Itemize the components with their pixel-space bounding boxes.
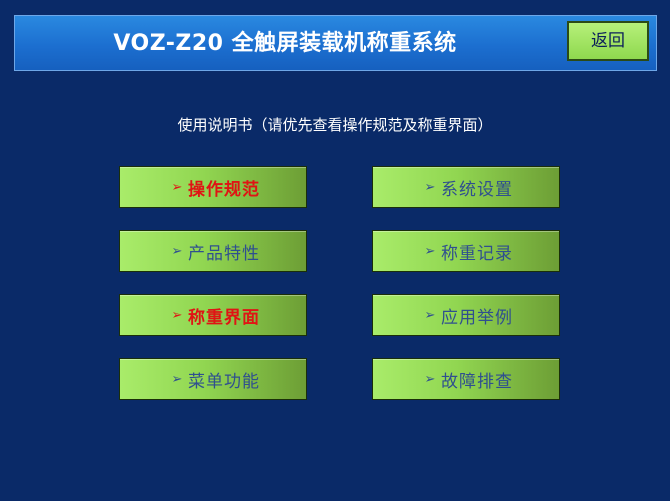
chevron-right-icon: ➢ <box>171 307 183 323</box>
chevron-right-icon: ➢ <box>424 179 436 195</box>
menu-button-product-features[interactable]: ➢ 产品特性 <box>119 230 307 272</box>
menu-button-operation-rules[interactable]: ➢ 操作规范 <box>119 166 307 208</box>
chevron-right-icon: ➢ <box>171 179 183 195</box>
chevron-right-icon: ➢ <box>171 243 183 259</box>
menu-button-label: 应用举例 <box>441 307 513 328</box>
chevron-right-icon: ➢ <box>424 371 436 387</box>
menu-button-label: 操作规范 <box>188 179 260 200</box>
menu-button-label: 称重记录 <box>441 243 513 264</box>
menu-button-label: 系统设置 <box>441 179 513 200</box>
page-title: VOZ-Z20 全触屏装载机称重系统 <box>113 31 457 56</box>
menu-button-label: 产品特性 <box>188 243 260 264</box>
menu-button-label: 菜单功能 <box>188 371 260 392</box>
menu-button-system-settings[interactable]: ➢ 系统设置 <box>372 166 560 208</box>
title-bar: VOZ-Z20 全触屏装载机称重系统 <box>14 15 657 71</box>
chevron-right-icon: ➢ <box>171 371 183 387</box>
menu-button-weighing-screen[interactable]: ➢ 称重界面 <box>119 294 307 336</box>
back-button[interactable]: 返回 <box>567 21 649 61</box>
menu-button-troubleshooting[interactable]: ➢ 故障排查 <box>372 358 560 400</box>
chevron-right-icon: ➢ <box>424 307 436 323</box>
menu-button-label: 称重界面 <box>188 307 260 328</box>
manual-subtitle: 使用说明书（请优先查看操作规范及称重界面） <box>177 116 493 134</box>
menu-button-menu-functions[interactable]: ➢ 菜单功能 <box>119 358 307 400</box>
menu-button-label: 故障排查 <box>441 371 513 392</box>
menu-button-application-examples[interactable]: ➢ 应用举例 <box>372 294 560 336</box>
menu-button-weighing-records[interactable]: ➢ 称重记录 <box>372 230 560 272</box>
chevron-right-icon: ➢ <box>424 243 436 259</box>
